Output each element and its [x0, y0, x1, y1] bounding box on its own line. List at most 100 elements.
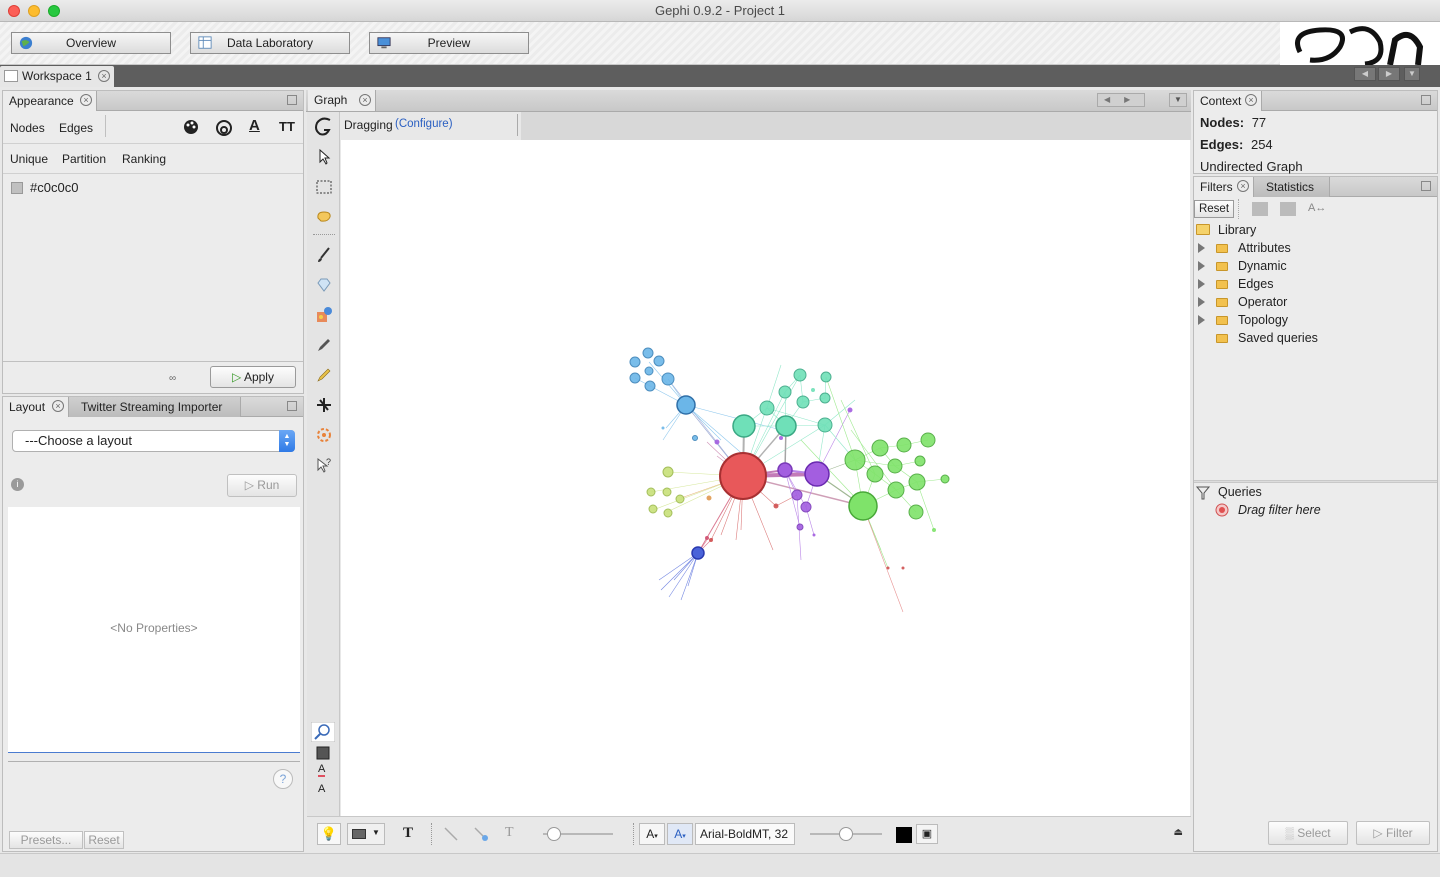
graph-node[interactable] — [804, 461, 830, 487]
expand-arrow-icon[interactable] — [1198, 315, 1205, 325]
expand-arrow-icon[interactable] — [1198, 243, 1205, 253]
filters-reset-button[interactable]: Reset — [1194, 200, 1234, 218]
edge-scale-slider[interactable] — [543, 827, 613, 841]
painter-icon[interactable] — [315, 306, 333, 324]
pointer-icon[interactable] — [315, 148, 333, 166]
graph-node[interactable] — [676, 395, 696, 415]
tab-partition[interactable]: Partition — [62, 152, 106, 166]
heat-map-icon[interactable] — [315, 426, 333, 444]
edge-pencil-icon[interactable] — [315, 366, 333, 384]
expand-toolbar-icon[interactable]: ⏏ — [1174, 827, 1183, 838]
tab-ranking[interactable]: Ranking — [122, 152, 166, 166]
background-color-icon[interactable] — [312, 744, 334, 762]
close-graph-icon[interactable]: × — [359, 94, 371, 106]
splitter[interactable] — [1194, 480, 1437, 483]
label-color-swatch[interactable] — [896, 827, 912, 843]
graph-node[interactable] — [848, 491, 878, 521]
tab-filters[interactable]: Filters × — [1194, 177, 1254, 197]
rectangle-select-icon[interactable] — [315, 178, 333, 196]
tree-item-saved-queries[interactable]: Saved queries — [1194, 329, 1434, 347]
lasso-icon[interactable] — [315, 208, 333, 226]
preview-button[interactable]: Preview — [369, 32, 529, 54]
tree-item-topology[interactable]: Topology — [1194, 311, 1434, 329]
tab-twitter-streaming-importer[interactable]: Twitter Streaming Importer — [69, 397, 241, 417]
drag-filter-hint[interactable]: Drag filter here — [1238, 503, 1321, 517]
tab-graph[interactable]: Graph × — [308, 90, 376, 111]
tree-item-operator[interactable]: Operator — [1194, 293, 1434, 311]
brush-icon[interactable] — [315, 246, 333, 264]
graph-hub-node[interactable] — [719, 452, 767, 500]
window-zoom-button[interactable] — [48, 5, 60, 17]
font-size-icon[interactable]: A▾ — [639, 823, 665, 845]
font-selector[interactable]: Arial-BoldMT, 32 — [695, 823, 795, 845]
export-icon[interactable] — [1252, 202, 1268, 216]
network-graph[interactable] — [341, 140, 1190, 816]
color-palette-icon[interactable] — [183, 119, 199, 135]
color-value[interactable]: #c0c0c0 — [30, 180, 78, 195]
slider-thumb[interactable] — [839, 827, 853, 841]
graph-menu-icon[interactable]: ▼ — [1169, 93, 1187, 107]
tab-statistics[interactable]: Statistics — [1254, 177, 1330, 197]
label-size-slider[interactable] — [810, 827, 882, 841]
data-laboratory-button[interactable]: Data Laboratory — [190, 32, 350, 54]
diamond-icon[interactable] — [315, 276, 333, 294]
graph-nav-icon[interactable]: ◀▶ — [1097, 93, 1145, 107]
help-icon[interactable]: ? — [273, 769, 293, 789]
close-context-icon[interactable]: × — [1245, 94, 1257, 106]
label-font-icon[interactable]: A — [318, 783, 325, 795]
tree-item-edges[interactable]: Edges — [1194, 275, 1434, 293]
screenshot-icon[interactable]: ▼ — [347, 823, 385, 845]
close-filters-icon[interactable]: × — [1237, 180, 1249, 192]
tab-context[interactable]: Context × — [1194, 91, 1262, 111]
edge-labels-icon[interactable]: T — [505, 825, 514, 841]
nav-right-icon[interactable]: ▶ — [1378, 67, 1400, 81]
label-attributes-icon[interactable]: ▣ — [916, 824, 938, 844]
shortest-path-icon[interactable] — [315, 396, 333, 414]
nav-menu-icon[interactable]: ▼ — [1404, 67, 1420, 81]
graph-node[interactable] — [777, 462, 793, 478]
close-layout-icon[interactable]: × — [52, 400, 64, 412]
layout-reset-button[interactable]: Reset — [84, 831, 124, 849]
graph-node[interactable] — [732, 414, 756, 438]
minimize-context-icon[interactable] — [1421, 95, 1431, 105]
node-query-icon[interactable]: ? — [315, 456, 333, 474]
nav-left-icon[interactable]: ◀ — [1354, 67, 1376, 81]
tab-unique[interactable]: Unique — [10, 152, 48, 166]
layout-select[interactable]: ---Choose a layout ▲ ▼ — [12, 430, 295, 452]
graph-canvas[interactable] — [341, 140, 1190, 816]
font-color-icon[interactable]: A▾ — [667, 823, 693, 845]
lightbulb-icon[interactable]: 💡 — [317, 823, 341, 845]
save-icon[interactable] — [1280, 202, 1296, 216]
tree-item-attributes[interactable]: Attributes — [1194, 239, 1434, 257]
edge-color-icon[interactable] — [473, 826, 489, 842]
label-color-icon[interactable]: A — [318, 763, 326, 777]
label-color-icon[interactable]: A — [249, 117, 260, 134]
minimize-appearance-icon[interactable] — [287, 95, 297, 105]
size-icon[interactable] — [215, 119, 233, 137]
configure-link[interactable]: (Configure) — [395, 118, 453, 130]
color-swatch[interactable] — [11, 182, 23, 194]
filter-button[interactable]: ▷ Filter — [1356, 821, 1430, 845]
select-button[interactable]: ▒ Select — [1268, 821, 1348, 845]
tab-appearance[interactable]: Appearance × — [3, 91, 97, 111]
tab-edges[interactable]: Edges — [59, 121, 93, 135]
presets-button[interactable]: Presets... — [9, 831, 83, 849]
close-workspace-icon[interactable]: × — [98, 70, 110, 82]
tree-item-dynamic[interactable]: Dynamic — [1194, 257, 1434, 275]
slider-thumb[interactable] — [547, 827, 561, 841]
tab-nodes[interactable]: Nodes — [10, 121, 45, 135]
auto-refresh-icon[interactable]: A↔ — [1308, 202, 1326, 214]
expand-arrow-icon[interactable] — [1198, 279, 1205, 289]
window-minimize-button[interactable] — [28, 5, 40, 17]
info-icon[interactable]: i — [11, 478, 24, 491]
graph-node[interactable] — [775, 415, 797, 437]
pencil-icon[interactable] — [315, 336, 333, 354]
workspace-tab[interactable]: Workspace 1 × — [0, 66, 114, 87]
run-button[interactable]: ▷ Run — [227, 474, 297, 497]
tab-layout[interactable]: Layout × — [3, 397, 69, 417]
expand-arrow-icon[interactable] — [1198, 261, 1205, 271]
minimize-filters-icon[interactable] — [1421, 181, 1431, 191]
link-icon[interactable]: ∞ — [169, 373, 176, 384]
zoom-icon[interactable] — [311, 722, 335, 742]
show-labels-icon[interactable]: T — [403, 825, 413, 842]
